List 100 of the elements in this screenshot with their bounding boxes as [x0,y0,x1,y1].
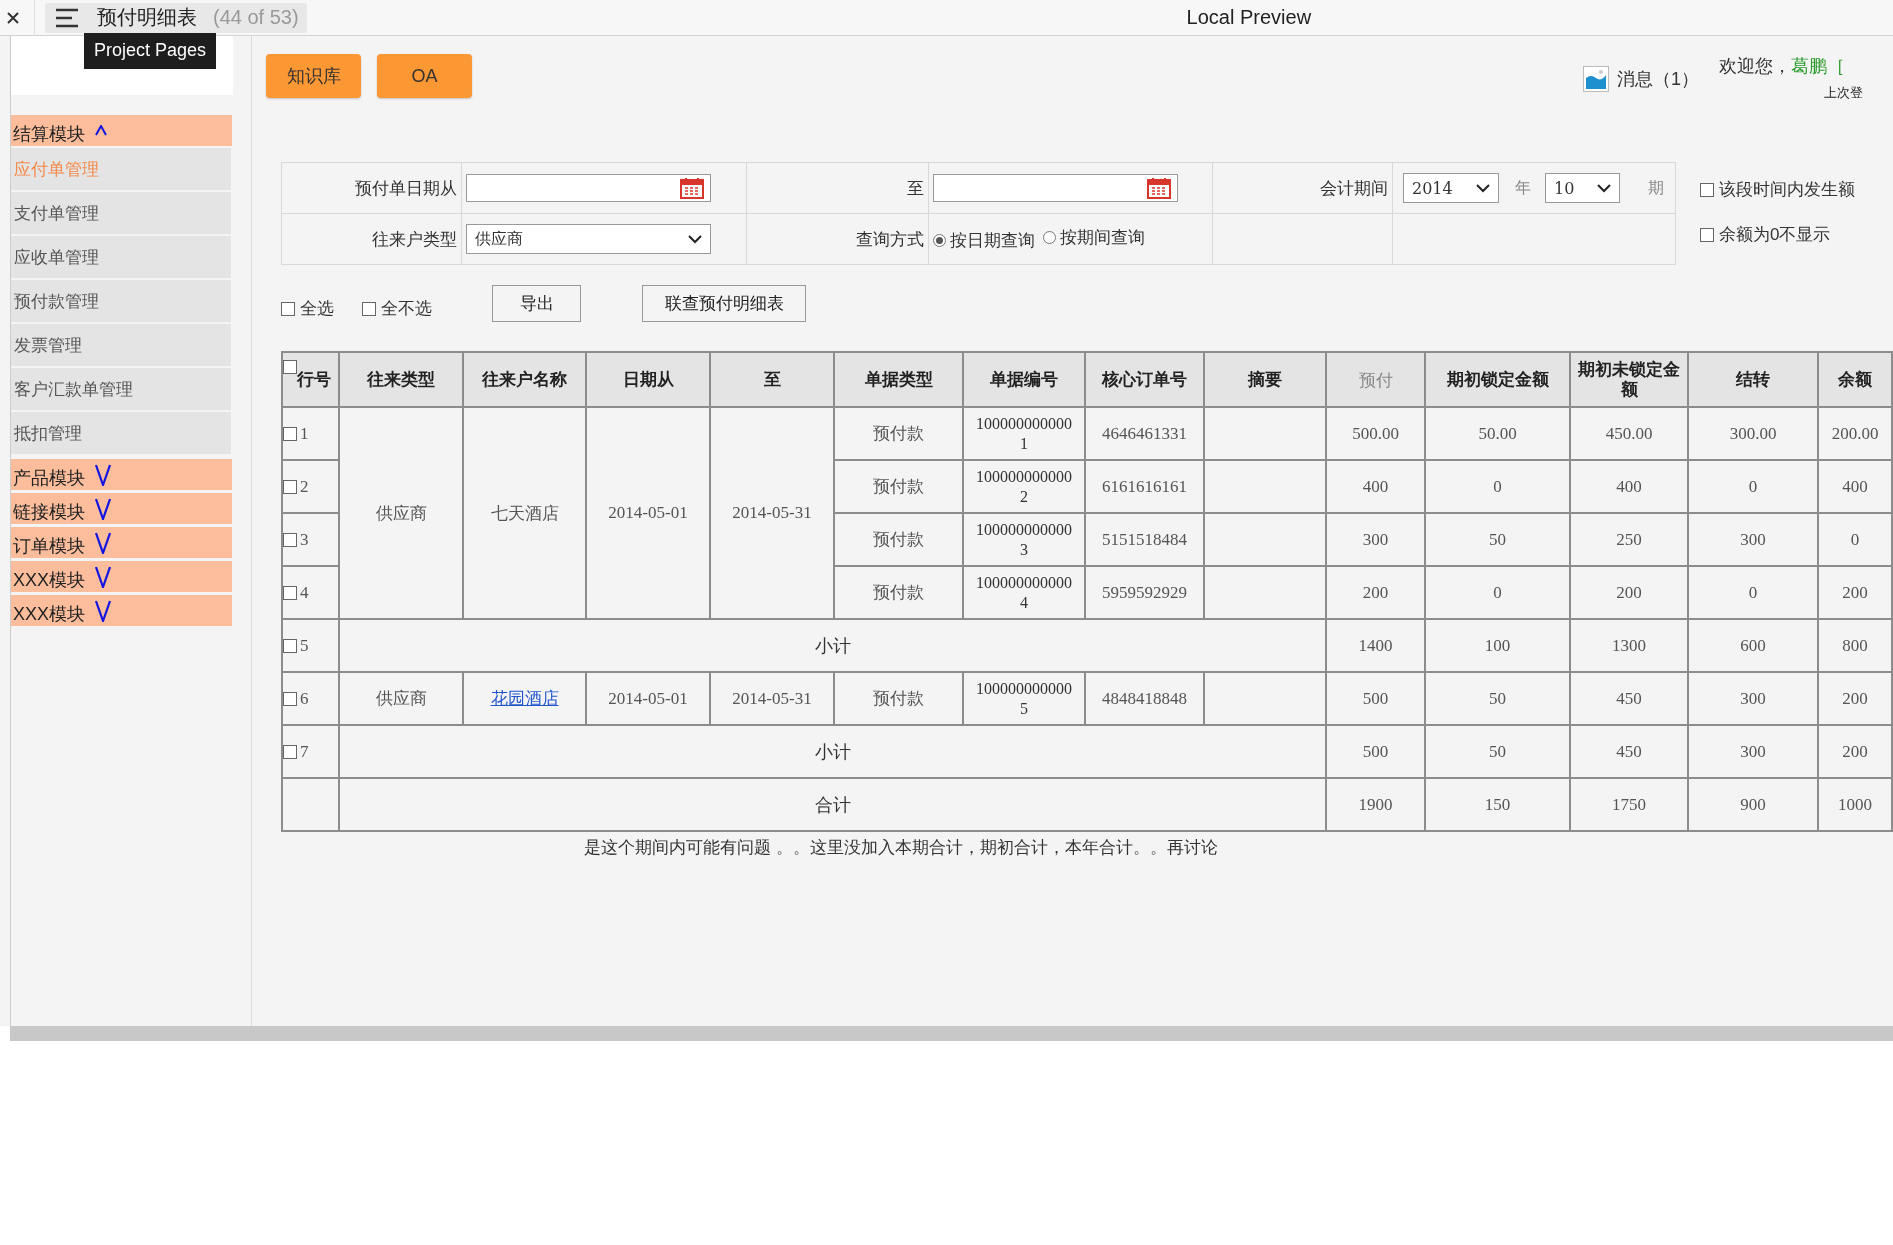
table-cell: 预付款 [834,460,963,513]
close-icon[interactable] [6,10,20,25]
table-cell: 5959592929 [1085,566,1204,619]
note-text: 是这个期间内可能有问题 。。这里没加入本期合计，期初合计，本年合计。。再讨论 [584,837,1219,859]
image-icon[interactable] [1583,66,1609,92]
menu-icon[interactable] [55,7,79,28]
table-cell: 2014-05-31 [710,672,834,725]
column-header: 往来户名称 [463,352,586,407]
checkbox[interactable] [1700,227,1714,242]
row-number: 3 [300,529,309,550]
table-cell-text: 1000000000004 [975,572,1073,613]
table-cell: 200.00 [1818,407,1892,460]
sidebar-item[interactable]: 发票管理 [11,324,231,366]
table-cell: 500.00 [1326,407,1425,460]
table-cell: 500 [1326,725,1425,778]
column-header: 至 [710,352,834,407]
table-cell: 250 [1570,513,1688,566]
checkbox[interactable] [284,479,297,494]
nav-button[interactable]: 知识库 [266,54,361,98]
row-number: 6 [300,688,309,709]
table-cell: 供应商 [339,407,463,619]
sidebar-item[interactable]: 抵扣管理 [11,412,231,454]
sidebar-item[interactable]: 支付单管理 [11,192,231,234]
column-header: 单据编号 [963,352,1085,407]
date-input[interactable] [933,174,1178,202]
module-header[interactable]: XXX模块 [11,561,232,592]
table-cell: 0 [1688,566,1818,619]
table-cell: 供应商 [339,672,463,725]
messages-link[interactable]: 消息（1） [1617,67,1699,91]
table-cell: 800 [1818,619,1892,672]
column-header: 结转 [1688,352,1818,407]
table-cell: 50 [1425,672,1570,725]
table-cell: 预付款 [834,513,963,566]
column-header: 往来类型 [339,352,463,407]
radio-option[interactable]: 按日期查询 [933,229,1035,252]
table-cell-text: 1000000000005 [975,678,1073,719]
table-cell: 200 [1818,725,1892,778]
tab-title[interactable]: 预付明细表 [97,4,197,31]
module-header[interactable]: 结算模块 [11,115,232,146]
subtotal-label: 小计 [814,635,851,656]
sidebar-item[interactable]: 预付款管理 [11,280,231,322]
column-header: 期初未锁定金额 [1570,352,1688,407]
table-cell-text: 1000000000001 [975,413,1073,454]
table-cell: 2014-05-01 [586,672,710,725]
table-cell: 七天酒店 [463,407,586,619]
table-cell: 400 [1818,460,1892,513]
table-cell: 2014-05-01 [586,407,710,619]
radio-option[interactable]: 按期间查询 [1043,226,1145,249]
period-select[interactable]: 10 [1545,173,1620,203]
column-header: 余额 [1818,352,1892,407]
action-button[interactable]: 导出 [492,285,581,322]
checkbox[interactable] [281,301,295,316]
column-header: 单据类型 [834,352,963,407]
sidebar-item[interactable]: 应收单管理 [11,236,231,278]
checkbox[interactable] [284,359,297,374]
table-cell: 0 [1425,566,1570,619]
tooltip: Project Pages [84,33,217,69]
table-cell: 5151518484 [1085,513,1204,566]
checkbox[interactable] [362,301,376,316]
module-header[interactable]: 链接模块 [11,493,232,524]
subtotal-label: 小计 [814,741,851,762]
table-cell: 1750 [1570,778,1688,831]
horizontal-scrollbar[interactable] [10,1026,1893,1041]
table-cell: 6161616161 [1085,460,1204,513]
table-cell: 200 [1326,566,1425,619]
module-header[interactable]: 订单模块 [11,527,232,558]
checkbox[interactable] [1700,182,1714,197]
table-cell: 4848418848 [1085,672,1204,725]
partner-type-select[interactable]: 供应商 [466,224,711,254]
row-number: 1 [300,423,309,444]
nav-button[interactable]: OA [377,54,472,98]
year-select[interactable]: 2014 [1403,173,1499,203]
table-cell: 预付款 [834,672,963,725]
action-button[interactable]: 联查预付明细表 [642,285,806,322]
checkbox-label: 全不选 [381,298,432,320]
page-counter: (44 of 53) [213,6,299,29]
row-number: 5 [300,635,309,656]
table-cell: 400 [1326,460,1425,513]
table-cell: 300 [1688,513,1818,566]
table-cell: 1000 [1818,778,1892,831]
date-input[interactable] [466,174,711,202]
checkbox[interactable] [284,744,297,759]
field-label: 预付单日期从 [355,178,457,198]
checkbox[interactable] [284,532,297,547]
table-cell: 300 [1688,725,1818,778]
module-header[interactable]: XXX模块 [11,595,232,626]
module-header[interactable]: 产品模块 [11,459,232,490]
table-cell-text: 1000000000002 [975,466,1073,507]
dropdown-caret-icon [688,234,702,244]
checkbox[interactable] [284,426,297,441]
checkbox[interactable] [284,585,297,600]
sidebar-item[interactable]: 客户汇款单管理 [11,368,231,410]
column-header: 日期从 [586,352,710,407]
table-cell: 0 [1818,513,1892,566]
calendar-icon[interactable] [680,177,704,199]
table-cell: 300 [1688,672,1818,725]
calendar-icon[interactable] [1147,177,1171,199]
checkbox[interactable] [284,638,297,653]
table-cell: 1900 [1326,778,1425,831]
checkbox[interactable] [284,691,297,706]
